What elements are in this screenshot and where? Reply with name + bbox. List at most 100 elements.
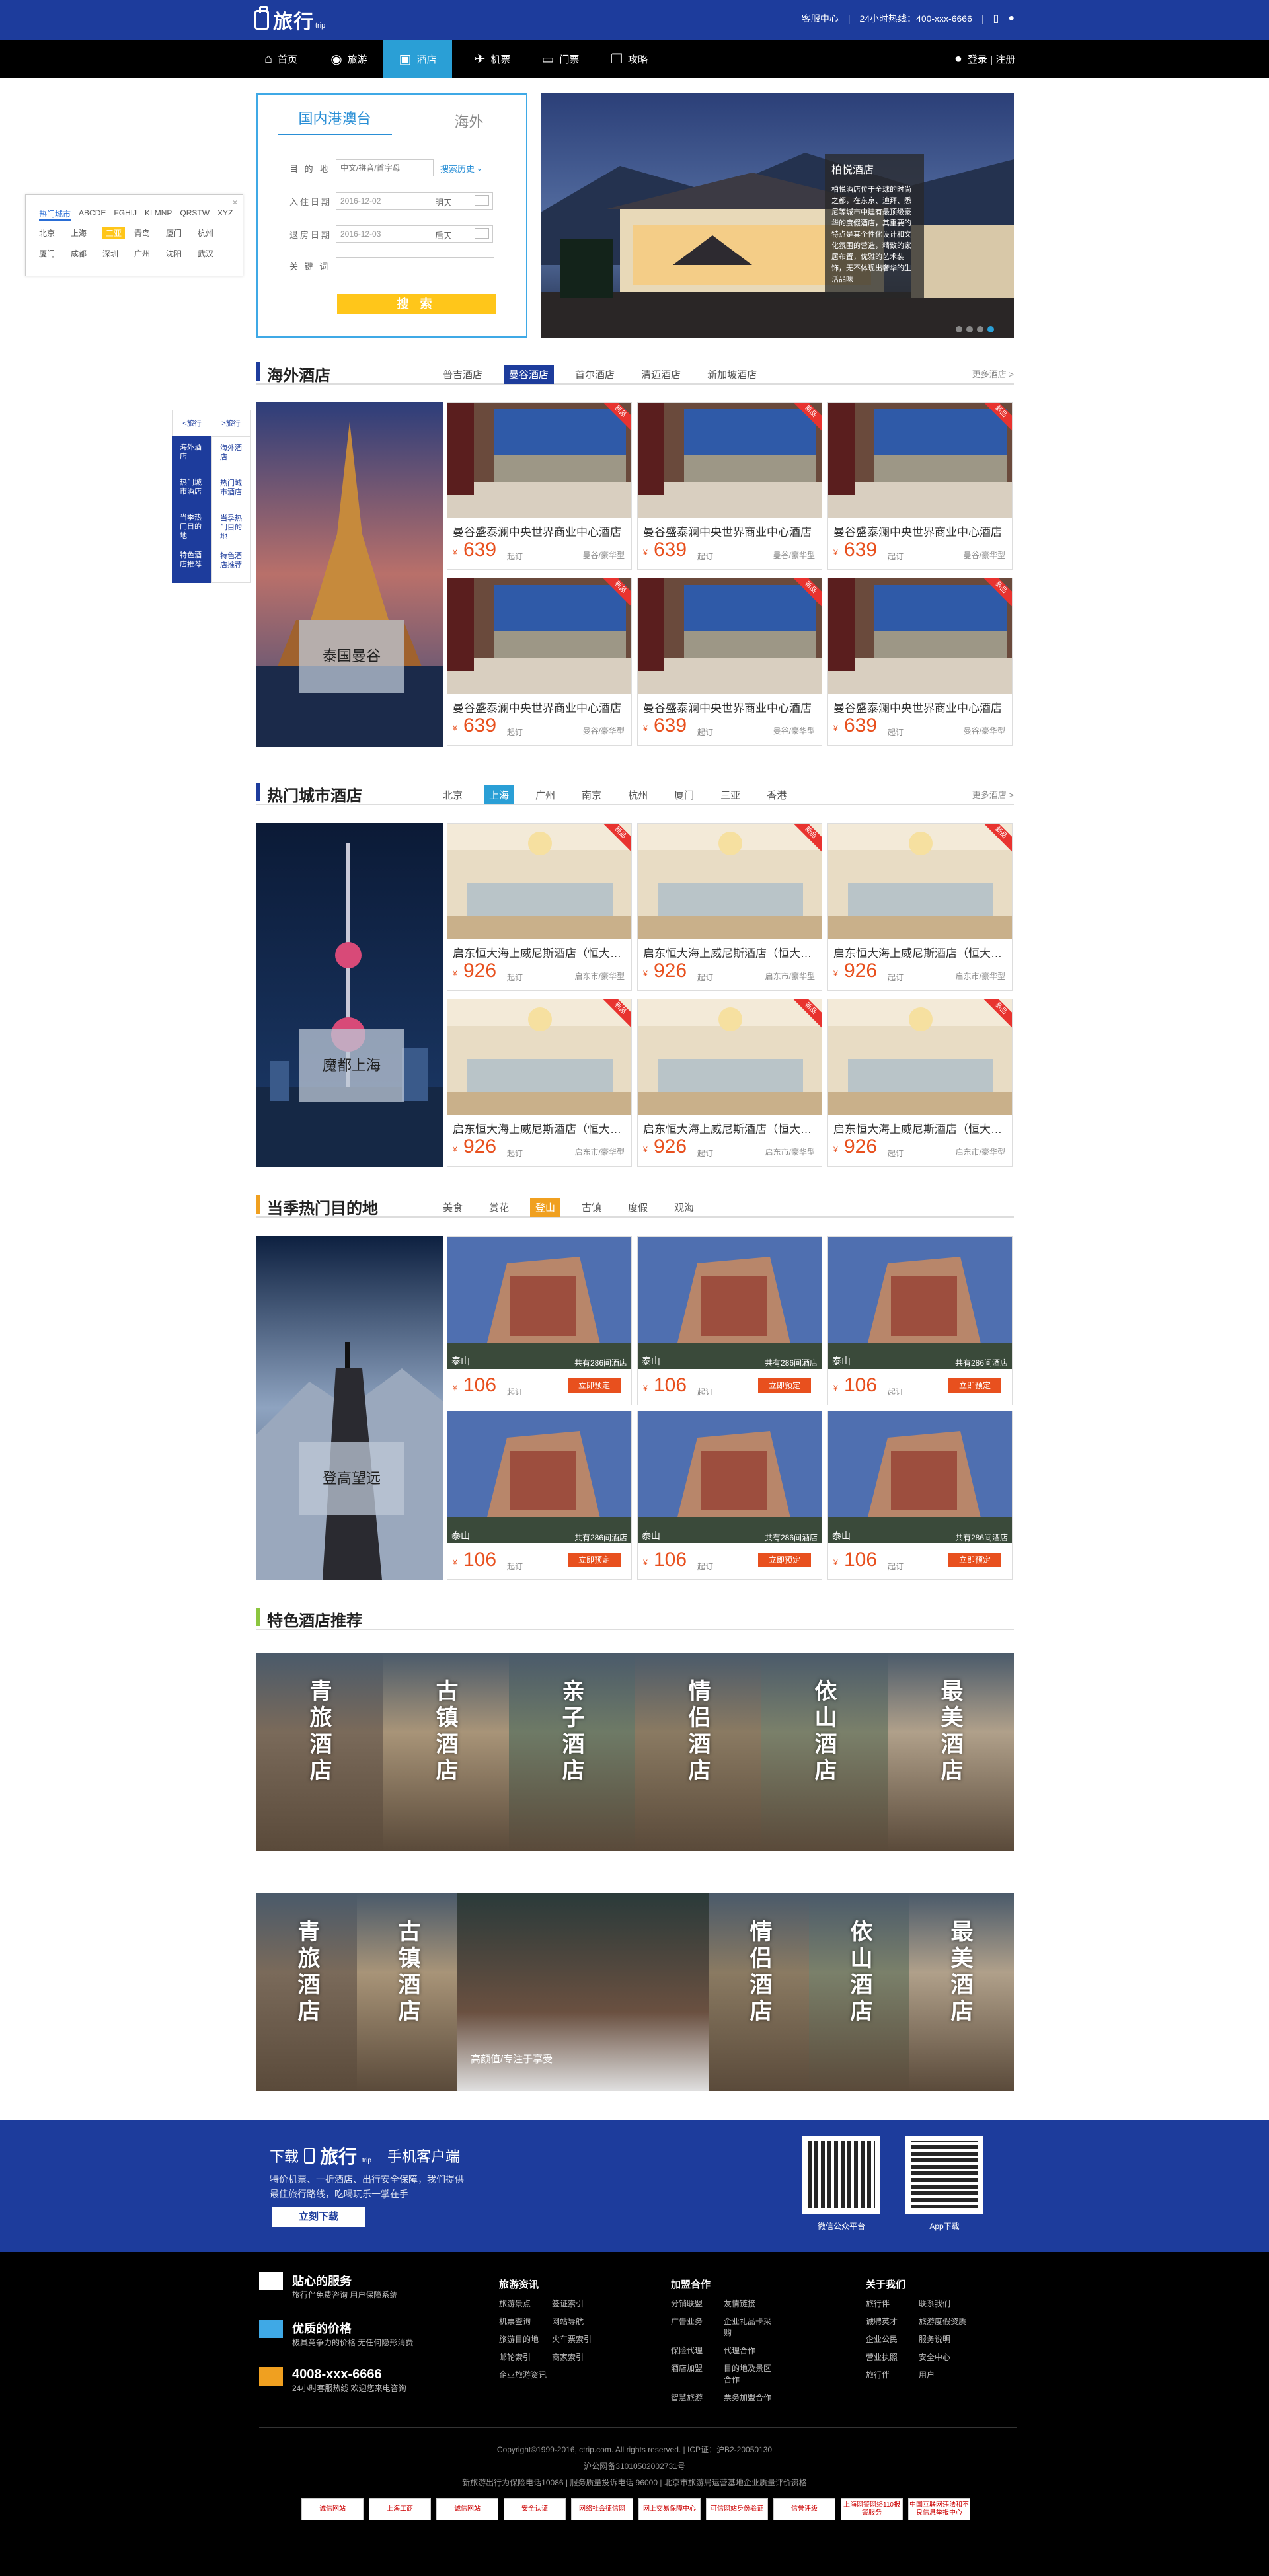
search-button[interactable]: 搜 索 [337,294,496,314]
footer-link[interactable]: 旅行伴 [866,2298,919,2309]
city-option[interactable]: 青岛 [134,227,166,239]
tab-city[interactable]: 上海 [484,785,515,804]
trust-badge[interactable]: 诚信网站 [436,2498,498,2520]
destination-card[interactable]: 泰山 共有286间酒店 ¥ 106 起订 立即预定 [827,1236,1013,1405]
book-now-button[interactable]: 立即预定 [948,1553,1001,1567]
tab-city[interactable]: 杭州 [623,785,653,804]
more-hotels-link[interactable]: 更多酒店 > [972,788,1014,800]
trust-badge[interactable]: 上海网警网络110报警服务 [841,2498,903,2520]
tab-theme[interactable]: 赏花 [484,1198,514,1217]
hotel-card[interactable]: 新品 曼谷盛泰澜中央世界商业中心酒店 ¥ 639 起订 曼谷/豪华型 [637,578,822,746]
footer-link[interactable]: 保险代理 [671,2345,724,2356]
tab-overseas[interactable]: 海外 [412,110,526,132]
featured-hotel-tile[interactable]: 情侣酒店 [709,1893,809,2091]
hotel-name[interactable]: 启东恒大海上威尼斯酒店（恒大海上威尼斯） [643,1120,818,1136]
bangkok-promo[interactable]: 泰国曼谷 [256,402,443,747]
book-now-button[interactable]: 立即预定 [568,1553,621,1567]
hotel-name[interactable]: 启东恒大海上威尼斯酒店（恒大海上威尼斯） [453,944,627,960]
side-nav-item[interactable]: 热门城市酒店 [212,473,250,510]
destination-input[interactable] [336,159,434,176]
footer-link[interactable]: 服务说明 [919,2333,972,2345]
city-tab[interactable]: QRSTW [180,208,210,221]
destination-card[interactable]: 泰山 共有286间酒店 ¥ 106 起订 立即预定 [827,1411,1013,1580]
city-option[interactable]: 厦门 [39,248,71,259]
featured-hotel-tile[interactable]: 古镇酒店 [357,1893,457,2091]
tab-city[interactable]: 厦门 [669,785,699,804]
footer-link[interactable]: 机票查询 [499,2316,552,2327]
tab-overseas-city[interactable]: 首尔酒店 [570,365,620,384]
trust-badge[interactable]: 网上交易保障中心 [638,2498,701,2520]
destination-card[interactable]: 泰山 共有286间酒店 ¥ 106 起订 立即预定 [637,1411,822,1580]
footer-link[interactable]: 分销联盟 [671,2298,724,2309]
city-tab[interactable]: XYZ [217,208,233,221]
footer-link[interactable]: 企业公民 [866,2333,919,2345]
trust-badge[interactable]: 信誉评级 [773,2498,835,2520]
side-nav-item[interactable]: 热门城市酒店 [172,473,212,509]
carousel-dot[interactable] [956,326,962,332]
hotel-card[interactable]: 新品 曼谷盛泰澜中央世界商业中心酒店 ¥ 639 起订 曼谷/豪华型 [827,402,1013,570]
city-tab[interactable]: FGHIJ [114,208,137,221]
hotel-name[interactable]: 曼谷盛泰澜中央世界商业中心酒店 [643,523,818,539]
footer-link[interactable]: 联系我们 [919,2298,972,2309]
tab-overseas-city[interactable]: 清迈酒店 [636,365,686,384]
city-option[interactable]: 北京 [39,227,71,239]
featured-hotel-tile[interactable]: 依山酒店 [809,1893,909,2091]
footer-link[interactable]: 旅游目的地 [499,2333,552,2345]
city-tab[interactable]: KLMNP [145,208,172,221]
calendar-icon[interactable] [475,195,489,206]
hotel-card[interactable]: 新品 曼谷盛泰澜中央世界商业中心酒店 ¥ 639 起订 曼谷/豪华型 [447,402,632,570]
mountain-promo[interactable]: 登高望远 [256,1236,443,1580]
footer-link[interactable]: 签证索引 [552,2298,605,2309]
tab-city[interactable]: 北京 [438,785,468,804]
destination-card[interactable]: 泰山 共有286间酒店 ¥ 106 起订 立即预定 [637,1236,822,1405]
footer-link[interactable]: 旅行伴 [866,2369,919,2380]
tab-theme[interactable]: 登山 [530,1198,561,1217]
footer-link[interactable]: 网站导航 [552,2316,605,2327]
side-nav-item[interactable]: 特色酒店推荐 [172,545,212,582]
calendar-icon[interactable] [475,228,489,239]
footer-link[interactable]: 诚聘英才 [866,2316,919,2327]
city-option[interactable]: 广州 [134,248,166,259]
side-nav-item[interactable]: 当季热门目的地 [172,509,212,545]
nav-flight[interactable]: ✈ 机票 [466,40,519,78]
hotel-name[interactable]: 曼谷盛泰澜中央世界商业中心酒店 [833,699,1008,715]
close-icon[interactable]: × [233,198,237,207]
footer-link[interactable]: 酒店加盟 [671,2362,724,2385]
hotel-name[interactable]: 曼谷盛泰澜中央世界商业中心酒店 [833,523,1008,539]
tab-overseas-city[interactable]: 曼谷酒店 [504,365,555,384]
footer-link[interactable]: 广告业务 [671,2316,724,2338]
nav-home[interactable]: ⌂ 首页 [254,40,307,78]
side-nav-next[interactable]: >旅行 [212,410,250,436]
hotel-card[interactable]: 新品 启东恒大海上威尼斯酒店（恒大海上威尼斯） ¥ 926 起订 启东市/豪华型 [827,823,1013,991]
city-option[interactable]: 厦门 [166,227,198,239]
book-now-button[interactable]: 立即预定 [758,1378,811,1393]
carousel-dot[interactable] [966,326,973,332]
tab-city[interactable]: 广州 [530,785,560,804]
hotel-card[interactable]: 新品 曼谷盛泰澜中央世界商业中心酒店 ¥ 639 起订 曼谷/豪华型 [447,578,632,746]
city-option[interactable]: 深圳 [102,248,134,259]
carousel-dot[interactable] [987,326,994,332]
hotel-card[interactable]: 新品 启东恒大海上威尼斯酒店（恒大海上威尼斯） ¥ 926 起订 启东市/豪华型 [637,823,822,991]
tab-overseas-city[interactable]: 新加坡酒店 [702,365,762,384]
hotel-card[interactable]: 新品 曼谷盛泰澜中央世界商业中心酒店 ¥ 639 起订 曼谷/豪华型 [827,578,1013,746]
nav-hotel[interactable]: ▣ 酒店 [383,40,452,78]
tab-overseas-city[interactable]: 普吉酒店 [438,365,488,384]
hotel-card[interactable]: 新品 启东恒大海上威尼斯酒店（恒大海上威尼斯） ¥ 926 起订 启东市/豪华型 [447,999,632,1167]
featured-hotel-tile[interactable]: 最美酒店 [888,1653,1014,1851]
footer-link[interactable]: 旅游景点 [499,2298,552,2309]
footer-link[interactable]: 安全中心 [919,2351,972,2362]
trust-badge[interactable]: 安全认证 [504,2498,566,2520]
footer-link[interactable]: 友情链接 [724,2298,777,2309]
checkout-date-input[interactable] [336,225,493,243]
hotel-name[interactable]: 启东恒大海上威尼斯酒店（恒大海上威尼斯） [453,1120,627,1136]
city-option[interactable]: 成都 [71,248,102,259]
hotel-name[interactable]: 启东恒大海上威尼斯酒店（恒大海上威尼斯） [643,944,818,960]
city-option[interactable]: 沈阳 [166,248,198,259]
footer-link[interactable]: 目的地及景区合作 [724,2362,777,2385]
phone-icon[interactable]: ▯ [993,12,999,25]
featured-hotel-tile[interactable]: 青旅酒店 [256,1893,357,2091]
login-register[interactable]: ● 登录 | 注册 [948,40,1021,78]
city-option[interactable]: 三亚 [102,227,125,239]
footer-link[interactable]: 票务加盟合作 [724,2392,777,2403]
carousel-dot[interactable] [977,326,983,332]
